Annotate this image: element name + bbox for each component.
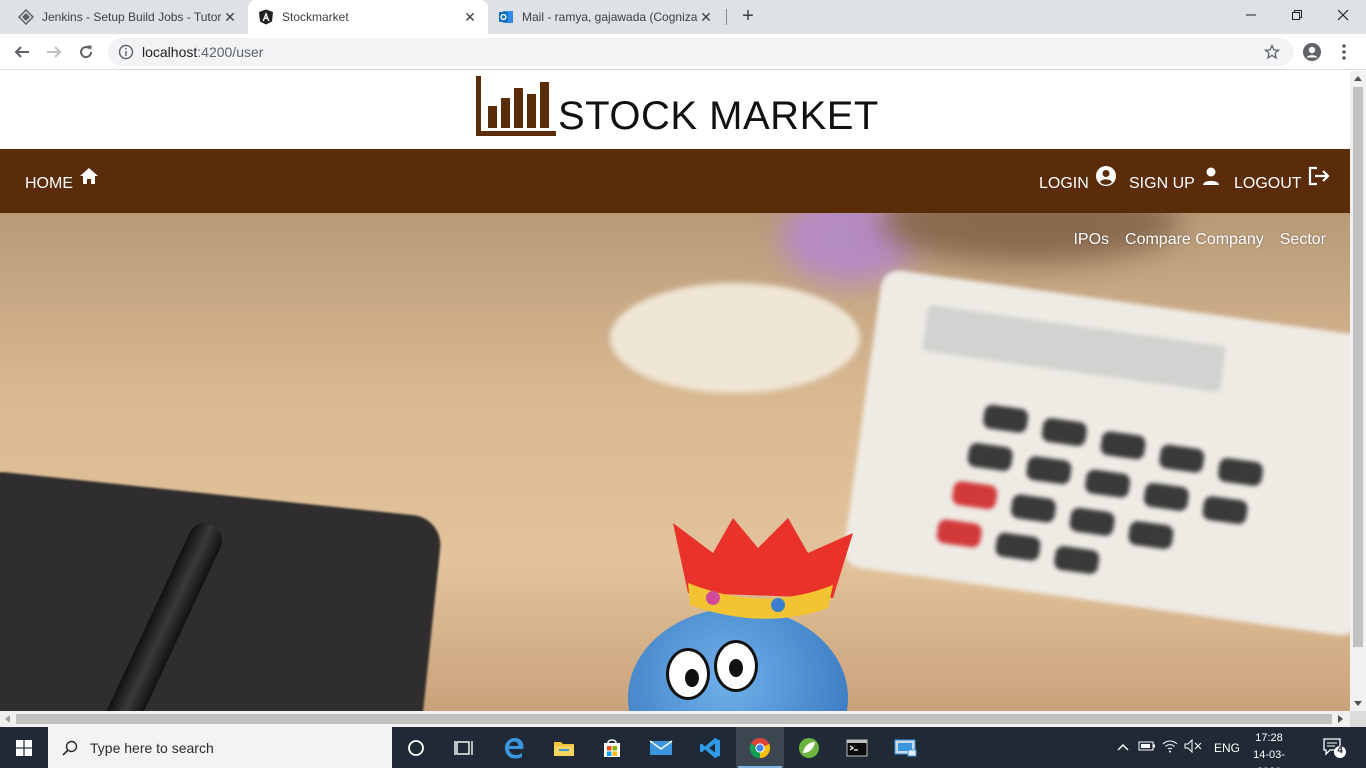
nav-login-label: LOGIN <box>1039 175 1089 192</box>
battery-icon[interactable] <box>1138 740 1156 755</box>
subnav-compare-company[interactable]: Compare Company <box>1125 231 1264 249</box>
tab-separator <box>726 9 727 25</box>
tab-stockmarket[interactable]: Stockmarket ✕ <box>248 0 488 34</box>
scroll-down-icon[interactable] <box>1354 701 1362 706</box>
search-icon <box>62 740 78 756</box>
subnav-sector[interactable]: Sector <box>1280 231 1326 249</box>
search-placeholder: Type here to search <box>90 739 214 756</box>
scroll-left-icon[interactable] <box>5 715 10 723</box>
angular-icon <box>258 9 274 25</box>
logout-icon <box>1302 166 1330 191</box>
tab-title: Jenkins - Setup Build Jobs - Tutor <box>42 10 222 24</box>
chrome-icon[interactable] <box>736 727 784 768</box>
action-center-icon[interactable]: 4 <box>1322 737 1346 759</box>
cortana-icon[interactable] <box>392 727 440 768</box>
reload-icon[interactable] <box>74 40 98 64</box>
horizontal-scroll-thumb[interactable] <box>16 714 1332 724</box>
page-viewport: STOCK MARKET HOME LOGIN SIGN UP LOGOUT I… <box>0 71 1350 711</box>
site-header: STOCK MARKET <box>0 71 1350 149</box>
nav-logout[interactable]: LOGOUT <box>1234 149 1330 213</box>
notebook-shape <box>0 469 444 711</box>
volume-muted-icon[interactable] <box>1184 738 1202 756</box>
account-circle-icon <box>1089 165 1117 192</box>
wifi-icon[interactable] <box>1162 739 1178 756</box>
site-title: STOCK MARKET <box>558 94 879 138</box>
nav-home[interactable]: HOME <box>25 149 99 213</box>
minimize-icon[interactable] <box>1228 0 1274 30</box>
saucer-shape <box>610 283 860 393</box>
tab-title: Stockmarket <box>282 10 349 24</box>
restore-icon[interactable] <box>1274 0 1320 30</box>
scroll-up-icon[interactable] <box>1354 76 1362 81</box>
back-arrow-icon[interactable] <box>10 40 34 64</box>
home-icon <box>73 168 99 190</box>
show-hidden-icons-icon[interactable] <box>1114 741 1132 755</box>
profile-avatar-icon[interactable] <box>1302 42 1322 67</box>
url-path: :4200/user <box>197 44 264 60</box>
mail-icon[interactable] <box>637 727 685 768</box>
menu-kebab-icon[interactable] <box>1336 42 1352 67</box>
taskbar-search-box[interactable]: Type here to search <box>48 727 392 768</box>
vertical-scroll-thumb[interactable] <box>1353 87 1363 647</box>
close-window-icon[interactable] <box>1320 0 1366 30</box>
terminal-icon[interactable] <box>833 727 881 768</box>
tab-close-icon[interactable]: ✕ <box>698 9 714 26</box>
nav-home-label: HOME <box>25 175 73 192</box>
horizontal-scrollbar[interactable] <box>0 711 1350 727</box>
bookmark-star-icon[interactable] <box>1263 43 1281 65</box>
calculator-shape <box>841 268 1350 638</box>
file-explorer-icon[interactable] <box>540 727 588 768</box>
tab-close-icon[interactable]: ✕ <box>222 9 238 26</box>
scroll-right-icon[interactable] <box>1338 715 1343 723</box>
tab-close-icon[interactable]: ✕ <box>462 9 478 26</box>
forward-arrow-icon[interactable] <box>42 40 66 64</box>
vscode-icon[interactable] <box>686 727 734 768</box>
url-text: localhost:4200/user <box>142 44 263 60</box>
task-view-icon[interactable] <box>440 727 488 768</box>
scrollbar-corner <box>1350 711 1366 727</box>
crown-shape <box>668 513 858 623</box>
new-tab-button[interactable]: + <box>736 4 760 28</box>
nav-signup[interactable]: SIGN UP <box>1129 149 1221 213</box>
jenkins-icon <box>18 9 34 25</box>
windows-taskbar: Type here to search ENG 17:28 14-03- 4 <box>0 727 1366 768</box>
outlook-icon <box>498 9 514 25</box>
notification-count: 4 <box>1337 745 1343 756</box>
bar-chart-logo-icon <box>476 76 558 138</box>
taskbar-clock[interactable]: 17:28 14-03-2020 <box>1244 730 1294 768</box>
windows-start-icon[interactable] <box>0 727 48 768</box>
clock-date: 14-03-2020 <box>1253 749 1285 768</box>
vertical-scrollbar[interactable] <box>1350 71 1366 711</box>
tab-mail[interactable]: Mail - ramya, gajawada (Cogniza ✕ <box>488 0 724 34</box>
url-host: localhost <box>142 44 198 60</box>
store-icon[interactable] <box>588 727 636 768</box>
browser-toolbar: localhost:4200/user <box>0 34 1366 70</box>
tab-strip: Jenkins - Setup Build Jobs - Tutor ✕ Sto… <box>0 0 1366 34</box>
toy-figure-shape <box>628 608 848 711</box>
remote-desktop-icon[interactable] <box>882 727 930 768</box>
language-indicator[interactable]: ENG <box>1214 741 1240 755</box>
system-tray: ENG <box>1114 727 1240 768</box>
secondary-nav: IPOs Compare Company Sector <box>1073 231 1326 249</box>
spring-tool-icon[interactable] <box>785 727 833 768</box>
clock-time: 17:28 <box>1255 732 1283 744</box>
person-icon <box>1195 167 1221 191</box>
nav-logout-label: LOGOUT <box>1234 175 1302 192</box>
nav-login[interactable]: LOGIN <box>1039 149 1117 213</box>
subnav-ipos[interactable]: IPOs <box>1073 231 1109 249</box>
main-navbar: HOME LOGIN SIGN UP LOGOUT <box>0 149 1350 213</box>
address-bar[interactable]: localhost:4200/user <box>108 38 1294 66</box>
tab-title: Mail - ramya, gajawada (Cogniza <box>522 10 698 24</box>
info-icon[interactable] <box>118 44 134 60</box>
nav-signup-label: SIGN UP <box>1129 175 1195 192</box>
hero-background-image: IPOs Compare Company Sector <box>0 213 1350 711</box>
tab-jenkins[interactable]: Jenkins - Setup Build Jobs - Tutor ✕ <box>8 0 248 34</box>
edge-icon[interactable] <box>490 727 538 768</box>
